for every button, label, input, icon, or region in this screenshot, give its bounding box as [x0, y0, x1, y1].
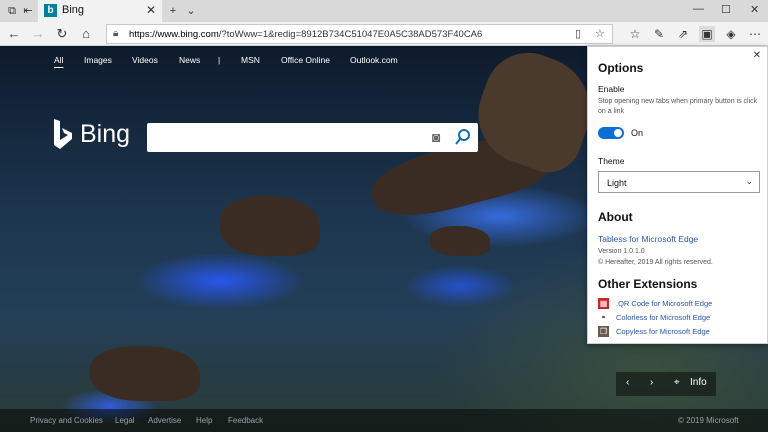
- footer-advertise[interactable]: Advertise: [148, 416, 181, 425]
- extension-label: Copyless for Microsoft Edge: [616, 327, 710, 336]
- footer-feedback[interactable]: Feedback: [228, 416, 263, 425]
- rock-image: [90, 346, 200, 401]
- address-input[interactable]: 🔒︎ https://www.bing.com/?toWww=1&redig=8…: [106, 24, 613, 44]
- info-link[interactable]: Info: [690, 377, 707, 388]
- image-pager: ‹ › ⌖ Info: [616, 372, 716, 396]
- footer-privacy[interactable]: Privacy and Cookies: [30, 416, 103, 425]
- next-image-icon[interactable]: ›: [650, 377, 653, 388]
- home-icon[interactable]: ⌂: [78, 26, 94, 42]
- footer-legal[interactable]: Legal: [115, 416, 135, 425]
- about-link[interactable]: Tabless for Microsoft Edge: [598, 234, 698, 244]
- nav-office-online[interactable]: Office Online: [281, 55, 330, 65]
- more-menu-icon[interactable]: ⋯: [747, 26, 763, 42]
- footer: Privacy and Cookies Legal Advertise Help…: [0, 409, 768, 432]
- back-icon[interactable]: ←: [6, 26, 22, 42]
- refresh-icon[interactable]: ↻: [54, 26, 70, 42]
- palette-icon: ◓: [598, 312, 609, 323]
- prev-image-icon[interactable]: ‹: [626, 377, 629, 388]
- bing-logo-icon: [54, 119, 72, 149]
- share-icon[interactable]: ⇗: [675, 26, 691, 42]
- close-window-icon[interactable]: ✕: [750, 3, 759, 16]
- nav-images[interactable]: Images: [84, 55, 112, 65]
- reading-view-icon[interactable]: ▯: [575, 27, 581, 40]
- extension-label: Colorless for Microsoft Edge: [616, 313, 711, 322]
- nav-separator: |: [218, 55, 221, 65]
- bing-logo-text: Bing: [80, 120, 131, 148]
- lock-icon: 🔒︎: [113, 28, 119, 39]
- tabless-extension-icon[interactable]: ▣: [699, 26, 715, 42]
- theme-value: Light: [607, 178, 627, 188]
- notes-pen-icon[interactable]: ✎: [651, 26, 667, 42]
- tab-title: Bing: [62, 4, 85, 16]
- favorites-hub-icon[interactable]: ☆: [627, 26, 643, 42]
- nav-msn[interactable]: MSN: [241, 55, 260, 65]
- copy-icon: ❐: [598, 326, 609, 337]
- toggle-knob: [614, 129, 622, 137]
- camera-icon[interactable]: ◙: [432, 129, 440, 145]
- rock-image: [220, 196, 320, 256]
- chevron-down-icon: ⌄: [745, 176, 753, 186]
- address-toolbar: ← → ↻ ⌂ 🔒︎ https://www.bing.com/?toWww=1…: [0, 22, 768, 46]
- options-title: Options: [598, 61, 644, 75]
- extension-options-popup: ✕ Options Enable Stop opening new tabs w…: [587, 46, 768, 344]
- version-text: Version 1.0.1.0: [598, 248, 645, 255]
- maximize-icon[interactable]: ☐: [721, 3, 731, 16]
- theme-label: Theme: [598, 156, 625, 166]
- enable-toggle[interactable]: [598, 127, 624, 139]
- search-input[interactable]: ◙: [147, 123, 478, 152]
- nav-all[interactable]: All: [54, 55, 63, 65]
- rock-image: [430, 226, 490, 256]
- forward-icon[interactable]: →: [30, 26, 46, 42]
- enable-description: Stop opening new tabs when primary butto…: [598, 98, 758, 115]
- copyright-text: © Hereafter, 2019 All rights reserved.: [598, 259, 713, 266]
- nav-videos[interactable]: Videos: [132, 55, 158, 65]
- footer-help[interactable]: Help: [196, 416, 212, 425]
- nav-news[interactable]: News: [179, 55, 200, 65]
- new-tab-icon[interactable]: +: [165, 3, 181, 19]
- theme-select[interactable]: Light ⌄: [598, 171, 760, 193]
- extension-icon[interactable]: ◈: [723, 26, 739, 42]
- tab-close-icon[interactable]: ✕: [146, 3, 156, 17]
- set-aside-tabs-icon[interactable]: ⇤: [20, 3, 36, 19]
- minimize-icon[interactable]: —: [693, 3, 704, 15]
- search-icon[interactable]: [455, 128, 471, 146]
- url-text: https://www.bing.com/?toWww=1&redig=8912…: [129, 29, 483, 40]
- other-extensions-title: Other Extensions: [598, 277, 698, 291]
- enable-label: Enable: [598, 84, 625, 94]
- qr-code-icon: ▦: [598, 298, 609, 309]
- footer-copyright: © 2019 Microsoft: [678, 416, 739, 425]
- toggle-state-label: On: [631, 128, 644, 138]
- about-title: About: [598, 210, 633, 224]
- favorite-star-icon[interactable]: ☆: [595, 27, 605, 40]
- nav-outlook[interactable]: Outlook.com: [350, 55, 398, 65]
- extension-label: .QR Code for Microsoft Edge: [616, 299, 713, 308]
- tab-preview-icon[interactable]: ⧉: [4, 3, 20, 19]
- location-pin-icon: ⌖: [674, 377, 680, 388]
- close-popup-icon[interactable]: ✕: [753, 50, 761, 61]
- tab-list-chevron-icon[interactable]: ⌄: [183, 3, 199, 19]
- tab-bar: ⧉ ⇤ b Bing ✕ + ⌄ — ☐ ✕: [0, 0, 768, 22]
- bing-favicon-icon: b: [44, 4, 57, 17]
- tab-bing[interactable]: b Bing ✕: [38, 0, 162, 22]
